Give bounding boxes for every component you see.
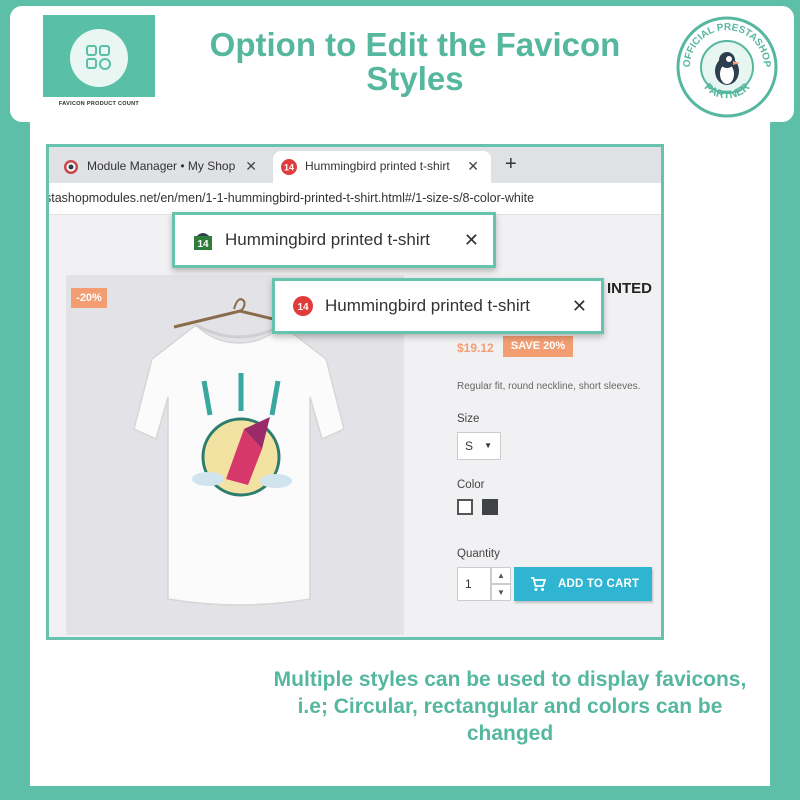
favicon-grid-icon bbox=[86, 45, 111, 70]
footer-caption: Multiple styles can be used to display f… bbox=[273, 668, 747, 745]
address-url: stashopmodules.net/en/men/1-1-hummingbir… bbox=[49, 191, 535, 205]
tab-module-manager[interactable]: Module Manager • My Shop ✕ bbox=[55, 151, 269, 183]
tab-label: Module Manager • My Shop bbox=[87, 159, 236, 173]
product-title: INTED bbox=[607, 280, 652, 297]
close-icon[interactable]: ✕ bbox=[464, 215, 479, 265]
new-tab-button[interactable]: + bbox=[505, 153, 517, 176]
svg-text:14: 14 bbox=[197, 239, 209, 250]
page-title: Option to Edit the Favicon Styles bbox=[209, 26, 621, 97]
chevron-down-icon: ▼ bbox=[484, 441, 492, 450]
product-price: $19.12 bbox=[457, 341, 494, 355]
prestashop-partner-badge: OFFICIAL PRESTASHOP PARTNER bbox=[676, 16, 778, 118]
size-label: Size bbox=[457, 413, 480, 425]
cart-icon bbox=[531, 577, 546, 591]
size-value: S bbox=[465, 439, 474, 453]
save-badge: SAVE 20% bbox=[503, 336, 573, 357]
tshirt-image bbox=[134, 298, 344, 606]
address-bar[interactable]: stashopmodules.net/en/men/1-1-hummingbir… bbox=[49, 183, 661, 215]
close-icon[interactable]: ✕ bbox=[245, 151, 257, 181]
quantity-down-button[interactable]: ▼ bbox=[491, 584, 511, 601]
quantity-input[interactable]: 1 bbox=[457, 567, 491, 601]
module-logo: FAVICON PRODUCT COUNT bbox=[43, 15, 155, 123]
prestashop-favicon-icon bbox=[64, 160, 78, 174]
logo-label: FAVICON PRODUCT COUNT bbox=[43, 97, 155, 123]
favicon-count-circular-icon: 14 bbox=[293, 296, 313, 316]
logo-circle bbox=[70, 29, 128, 87]
tab-label: Hummingbird printed t-shirt bbox=[305, 159, 450, 173]
add-to-cart-button[interactable]: ADD TO CART bbox=[514, 567, 652, 601]
size-select[interactable]: S ▼ bbox=[457, 432, 501, 460]
tab-callout-circular: 14 Hummingbird printed t-shirt ✕ bbox=[272, 278, 604, 334]
color-swatch-white[interactable] bbox=[457, 499, 473, 515]
close-icon[interactable]: ✕ bbox=[572, 281, 587, 331]
callout-tab-label: Hummingbird printed t-shirt bbox=[225, 230, 431, 249]
close-icon[interactable]: ✕ bbox=[467, 151, 479, 181]
discount-flag: -20% bbox=[71, 288, 107, 308]
favicon-count-circular-icon: 14 bbox=[281, 159, 297, 175]
add-to-cart-label: ADD TO CART bbox=[558, 578, 640, 590]
favicon-count-rectangular-icon: 14 bbox=[194, 233, 212, 250]
tab-strip: Module Manager • My Shop ✕ 14 Hummingbir… bbox=[49, 147, 661, 183]
color-swatch-dark[interactable] bbox=[482, 499, 498, 515]
svg-text:14: 14 bbox=[297, 302, 309, 313]
header-band: FAVICON PRODUCT COUNT Option to Edit the… bbox=[10, 6, 794, 123]
tab-hummingbird[interactable]: 14 Hummingbird printed t-shirt ✕ bbox=[273, 151, 491, 183]
callout-tab-label: Hummingbird printed t-shirt bbox=[325, 296, 531, 315]
color-label: Color bbox=[457, 479, 485, 491]
quantity-up-button[interactable]: ▲ bbox=[491, 567, 511, 584]
svg-text:14: 14 bbox=[284, 163, 294, 173]
product-description: Regular fit, round neckline, short sleev… bbox=[457, 381, 641, 392]
quantity-label: Quantity bbox=[457, 548, 500, 560]
tab-callout-rectangular: 14 Hummingbird printed t-shirt ✕ bbox=[172, 212, 496, 268]
